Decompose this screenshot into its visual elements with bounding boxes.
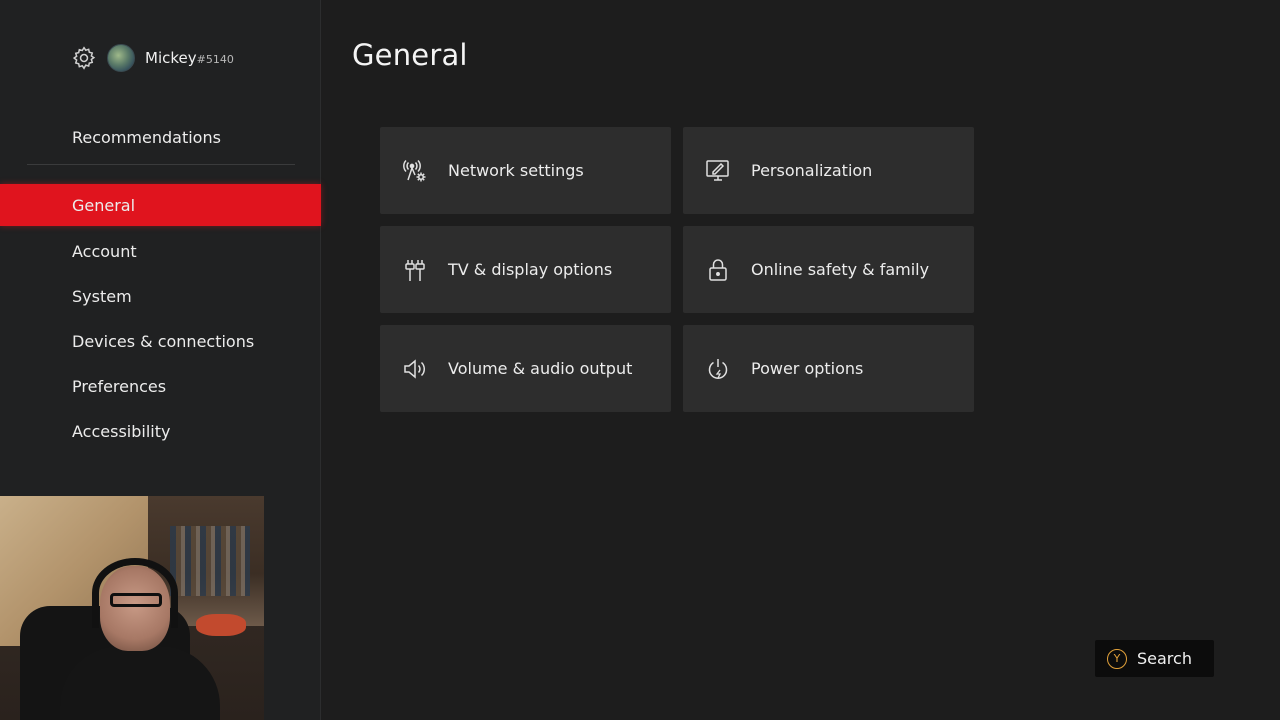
power-icon [705,356,731,382]
network-icon [402,158,428,184]
sidebar-item-recommendations[interactable]: Recommendations [72,128,221,147]
tile-label: Online safety & family [751,260,930,279]
tile-tv-display-options[interactable]: TV & display options [380,226,671,313]
sidebar-divider [27,164,295,165]
sidebar-item-system[interactable]: System [0,274,320,319]
webcam-glasses [110,593,162,607]
webcam-person-hoodie [60,646,220,720]
sidebar-item-account[interactable]: Account [0,229,320,274]
gamertag: Mickey#5140 [145,49,234,67]
tile-personalization[interactable]: Personalization [683,127,974,214]
avatar[interactable] [107,44,135,72]
tile-label: Power options [751,359,864,378]
personalization-icon [705,158,731,184]
speaker-icon [402,356,428,382]
webcam-overlay [0,496,264,720]
webcam-clothes [170,526,250,596]
gamertag-name: Mickey [145,49,197,67]
lock-icon [705,257,731,283]
tile-network-settings[interactable]: Network settings [380,127,671,214]
tile-label: Volume & audio output [448,359,633,378]
search-button[interactable]: Y Search [1095,640,1214,677]
sidebar-item-accessibility[interactable]: Accessibility [0,409,320,454]
y-button-icon: Y [1107,648,1127,669]
gamertag-suffix: #5140 [196,53,234,66]
gear-icon[interactable] [71,45,97,71]
search-button-label: Search [1137,649,1192,668]
profile-header[interactable]: Mickey#5140 [71,44,234,72]
settings-tiles: Network settings Personalization TV & di… [380,127,974,412]
sidebar-item-preferences[interactable]: Preferences [0,364,320,409]
tile-volume-audio-output[interactable]: Volume & audio output [380,325,671,412]
tile-label: TV & display options [448,260,613,279]
tile-label: Personalization [751,161,873,180]
sidebar-item-general[interactable]: General [0,184,321,226]
webcam-pillow [196,614,246,636]
tile-power-options[interactable]: Power options [683,325,974,412]
tv-display-icon [402,257,428,283]
sidebar-item-devices-connections[interactable]: Devices & connections [0,319,320,364]
tile-label: Network settings [448,161,584,180]
page-title: General [352,38,468,72]
sidebar-nav: General Account System Devices & connect… [0,184,321,454]
tile-online-safety-family[interactable]: Online safety & family [683,226,974,313]
